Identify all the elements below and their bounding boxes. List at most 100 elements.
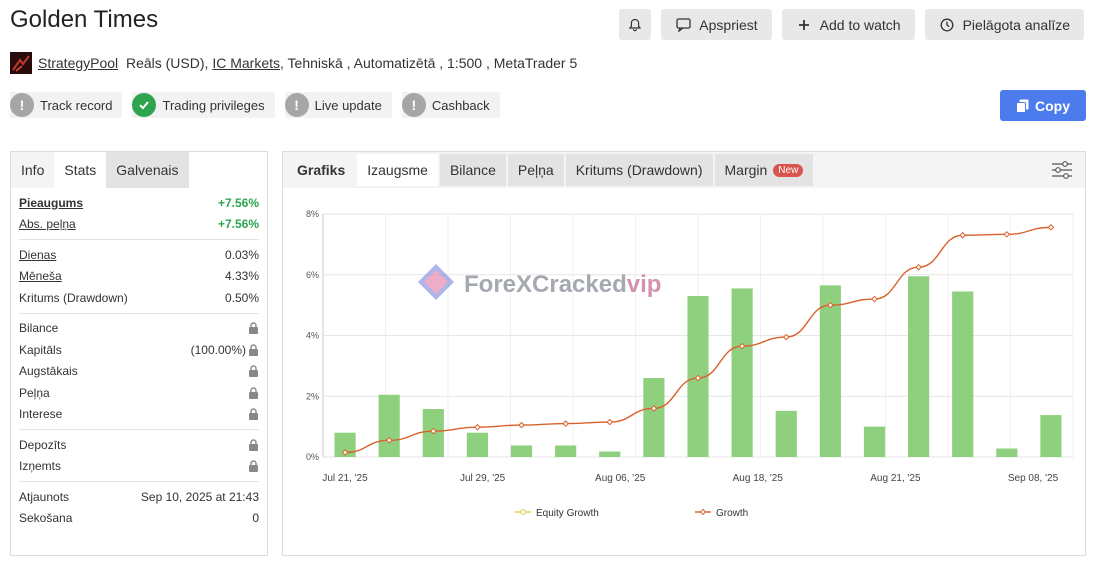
stat-label[interactable]: Mēneša <box>19 269 62 283</box>
copy-button[interactable]: Copy <box>1000 90 1086 121</box>
legend-equity-marker <box>520 509 526 515</box>
stat-value: (100.00%) <box>190 342 246 357</box>
stat-label: Kapitāls <box>19 342 62 357</box>
bar <box>599 451 621 457</box>
exclamation-icon: ! <box>401 93 426 117</box>
legend-growth-marker <box>699 508 707 516</box>
bar <box>908 276 930 457</box>
tab-main[interactable]: Galvenais <box>106 152 189 188</box>
watermark-text: ForeXCracked <box>464 270 627 298</box>
divider <box>19 312 259 314</box>
stat-label: Sekošana <box>19 511 73 526</box>
divider <box>19 239 259 240</box>
divider <box>19 429 259 430</box>
growth-point <box>1003 231 1011 238</box>
plus-icon <box>796 17 812 33</box>
bar <box>643 378 665 457</box>
provider-link[interactable]: StrategyPool <box>38 55 118 71</box>
analysis-label: Pielāgota analīze <box>962 16 1070 33</box>
chart-tabs: Grafiks Izaugsme Bilance Peļņa Kritums (… <box>283 152 1085 188</box>
new-badge: New <box>773 163 804 177</box>
stat-highest: Augstākais <box>19 361 259 383</box>
tab-info[interactable]: Info <box>11 152 55 188</box>
watermark-suffix: vip <box>626 270 662 298</box>
stat-gain: Pieaugums +7.56% <box>19 192 259 214</box>
account-meta: StrategyPool Reāls (USD), IC Markets , T… <box>10 52 577 74</box>
legend-growth-label: Growth <box>716 508 748 519</box>
exclamation-icon: ! <box>284 93 309 117</box>
bar <box>952 291 974 457</box>
stat-value: +7.56% <box>217 217 259 232</box>
stat-abs-profit: Abs. peļņa +7.56% <box>19 214 259 236</box>
account-type: Reāls (USD), <box>125 55 209 71</box>
tab-chart: Grafiks <box>297 162 346 178</box>
stat-value: 0.03% <box>224 247 259 262</box>
stat-label[interactable]: Dienas <box>19 248 56 262</box>
tab-drawdown[interactable]: Kritums (Drawdown) <box>565 154 713 186</box>
x-tick-label: Aug 21, '25 <box>870 473 921 484</box>
x-tick-label: Jul 21, '25 <box>322 473 368 484</box>
stat-deposits: Depozīts <box>19 434 259 456</box>
discuss-label: Apspriest <box>699 16 758 33</box>
bar <box>996 448 1018 457</box>
stat-label: Kritums (Drawdown) <box>19 290 128 305</box>
legend-equity-label: Equity Growth <box>536 508 599 519</box>
stat-profit: Peļņa <box>19 382 259 404</box>
comment-icon <box>675 17 691 33</box>
sliders-icon <box>1051 161 1073 184</box>
stat-label: Izņemts <box>19 459 62 474</box>
stat-daily: Dienas 0.03% <box>19 244 259 266</box>
page-title: Golden Times <box>10 6 159 33</box>
stat-equity: Kapitāls (100.00%) <box>19 339 259 361</box>
badge-track-record[interactable]: ! Track record <box>10 92 123 118</box>
bar <box>819 285 841 457</box>
stat-label[interactable]: Abs. peļņa <box>19 217 76 231</box>
check-icon <box>132 93 157 117</box>
copy-label: Copy <box>1035 97 1070 114</box>
stat-updated: Atjaunots Sep 10, 2025 at 21:43 <box>19 486 259 508</box>
watermark: ForeXCrackedvip <box>416 262 661 307</box>
custom-analysis-button[interactable]: Pielāgota analīze <box>924 9 1084 40</box>
growth-point <box>959 231 967 239</box>
badge-label: Cashback <box>431 97 490 113</box>
clock-icon <box>939 17 955 33</box>
stat-value: +7.56% <box>217 195 259 210</box>
tab-balance[interactable]: Bilance <box>439 154 506 186</box>
tab-stats[interactable]: Stats <box>54 152 107 188</box>
badge-cashback[interactable]: ! Cashback <box>401 92 500 118</box>
y-tick-label: 0% <box>306 452 319 462</box>
stat-label: Interese <box>19 407 63 422</box>
tab-profit[interactable]: Peļņa <box>507 154 564 186</box>
tab-margin-label: Margin <box>724 162 768 178</box>
stat-label[interactable]: Pieaugums <box>19 196 83 210</box>
divider <box>19 481 259 482</box>
stat-value: 4.33% <box>224 269 259 284</box>
badge-label: Live update <box>314 97 382 113</box>
badge-trading-privileges[interactable]: Trading privileges <box>132 92 275 118</box>
chart-settings-button[interactable] <box>1051 160 1073 185</box>
lock-icon <box>248 365 259 378</box>
broker-link[interactable]: IC Markets <box>212 55 280 71</box>
badge-live-update[interactable]: ! Live update <box>284 92 392 118</box>
tab-growth[interactable]: Izaugsme <box>357 154 438 186</box>
stat-value: 0.50% <box>224 290 259 305</box>
discuss-button[interactable]: Apspriest <box>661 9 772 40</box>
bar <box>1040 415 1062 457</box>
growth-point <box>1047 224 1055 231</box>
badge-label: Trading privileges <box>162 97 265 113</box>
notify-button[interactable] <box>619 9 652 40</box>
bar <box>378 394 400 457</box>
y-tick-label: 8% <box>306 209 319 219</box>
growth-point <box>562 420 569 427</box>
bar <box>731 288 753 457</box>
stat-interest: Interese <box>19 404 259 426</box>
stat-value: Sep 10, 2025 at 21:43 <box>140 489 259 504</box>
tab-margin[interactable]: Margin New <box>714 154 814 186</box>
lock-icon <box>248 408 259 421</box>
stat-value: 0 <box>252 511 259 526</box>
lock-icon <box>248 387 259 399</box>
stat-label: Augstākais <box>19 364 78 379</box>
lock-icon <box>248 344 259 356</box>
y-tick-label: 2% <box>306 391 319 401</box>
add-to-watch-button[interactable]: Add to watch <box>781 9 915 40</box>
